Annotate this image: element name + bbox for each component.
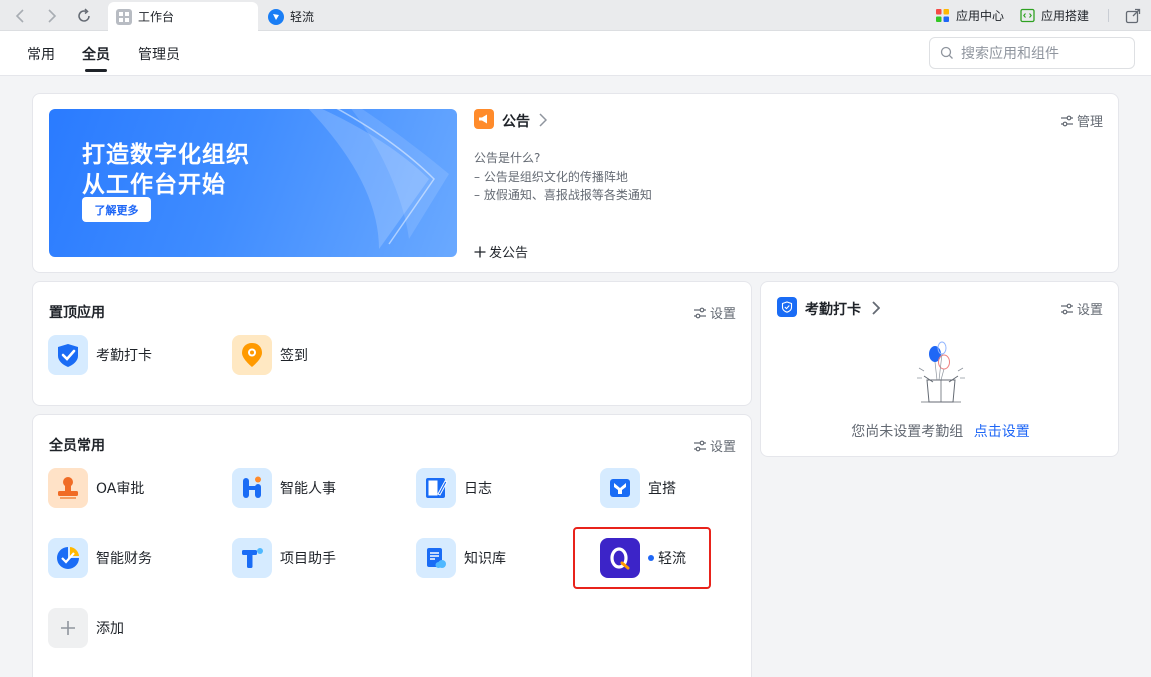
toolbar-divider bbox=[1108, 9, 1109, 22]
notice-title[interactable]: 公告 bbox=[502, 111, 530, 131]
app-label: 智能人事 bbox=[280, 481, 336, 497]
yida-icon bbox=[600, 468, 640, 508]
chevron-right-icon[interactable] bbox=[539, 113, 547, 127]
search-placeholder: 搜索应用和组件 bbox=[961, 46, 1059, 62]
location-pin-icon bbox=[232, 335, 272, 375]
search-icon bbox=[940, 46, 953, 59]
notice-line: – 放假通知、喜报战报等各类通知 bbox=[474, 188, 652, 202]
app-label: OA审批 bbox=[96, 481, 145, 497]
settings-label: 设置 bbox=[710, 307, 737, 322]
stamp-icon bbox=[48, 468, 88, 508]
notice-line: – 公告是组织文化的传播阵地 bbox=[474, 170, 628, 184]
sliders-icon bbox=[1061, 115, 1073, 126]
workbench-subnav: 常用 全员 管理员 搜索应用和组件 bbox=[0, 31, 1151, 76]
app-smart-finance[interactable]: 智能财务 bbox=[48, 538, 218, 578]
settings-label: 设置 bbox=[1077, 303, 1104, 318]
banner-wing-graphic bbox=[308, 109, 449, 249]
app-label: 添加 bbox=[96, 621, 124, 637]
app-checkin[interactable]: 签到 bbox=[232, 335, 402, 375]
refresh-icon[interactable] bbox=[74, 6, 94, 26]
qingflow-highlight-box bbox=[573, 527, 711, 589]
app-journal[interactable]: 日志 bbox=[416, 468, 586, 508]
app-project-assistant[interactable]: 项目助手 bbox=[232, 538, 402, 578]
megaphone-icon bbox=[474, 109, 494, 129]
app-label: 考勤打卡 bbox=[96, 348, 152, 364]
sliders-icon bbox=[694, 307, 706, 318]
sliders-icon bbox=[1061, 303, 1073, 314]
post-notice-label: 发公告 bbox=[489, 246, 529, 261]
plus-icon bbox=[474, 246, 486, 257]
tab-common[interactable]: 常用 bbox=[27, 44, 55, 64]
attendance-check-icon bbox=[48, 335, 88, 375]
settings-label: 设置 bbox=[710, 440, 737, 455]
knowledge-icon bbox=[416, 538, 456, 578]
banner-notice-card: 打造数字化组织 从工作台开始 了解更多 公告 管理 公告是什么? – 公告是组织… bbox=[32, 93, 1119, 273]
code-block-icon bbox=[1020, 8, 1035, 22]
app-oa-approval[interactable]: OA审批 bbox=[48, 468, 218, 508]
open-external-icon[interactable] bbox=[1123, 6, 1143, 26]
app-center-link[interactable]: 应用中心 bbox=[935, 5, 1004, 25]
post-notice-button[interactable]: 发公告 bbox=[474, 242, 528, 261]
app-label: 宜搭 bbox=[648, 481, 676, 497]
attendance-card: 考勤打卡 设置 您尚未设置考勤组 点击设置 bbox=[760, 281, 1119, 457]
attendance-empty-state: 您尚未设置考勤组 点击设置 bbox=[761, 421, 1120, 441]
attendance-shield-icon bbox=[777, 297, 797, 317]
notice-manage-button[interactable]: 管理 bbox=[1060, 111, 1103, 130]
manage-label: 管理 bbox=[1077, 115, 1104, 130]
app-center-icon bbox=[936, 8, 949, 22]
pinned-settings-button[interactable]: 设置 bbox=[693, 303, 736, 322]
plus-icon bbox=[48, 608, 88, 648]
tab-workbench[interactable]: 工作台 bbox=[108, 2, 258, 31]
browser-toolbar: 工作台 轻流 应用中心 应用搭建 bbox=[0, 0, 1151, 31]
qingflow-logo-icon bbox=[268, 8, 284, 25]
banner-title-line2: 从工作台开始 bbox=[82, 172, 226, 198]
notice-line: 公告是什么? bbox=[474, 151, 541, 165]
attendance-title[interactable]: 考勤打卡 bbox=[805, 299, 861, 319]
app-smart-hr[interactable]: 智能人事 bbox=[232, 468, 402, 508]
app-label: 签到 bbox=[280, 348, 308, 364]
common-settings-button[interactable]: 设置 bbox=[693, 436, 736, 455]
search-input[interactable]: 搜索应用和组件 bbox=[929, 37, 1135, 69]
app-attendance[interactable]: 考勤打卡 bbox=[48, 335, 218, 375]
grid-icon bbox=[116, 8, 132, 25]
forward-icon[interactable] bbox=[42, 6, 62, 26]
app-knowledge-base[interactable]: 知识库 bbox=[416, 538, 586, 578]
app-build-link[interactable]: 应用搭建 bbox=[1020, 5, 1089, 25]
pinned-apps-title: 置顶应用 bbox=[49, 305, 105, 321]
back-icon[interactable] bbox=[10, 6, 30, 26]
app-build-label: 应用搭建 bbox=[1041, 8, 1090, 23]
finance-icon bbox=[48, 538, 88, 578]
app-center-label: 应用中心 bbox=[956, 8, 1005, 23]
app-label: 日志 bbox=[464, 481, 492, 497]
learn-more-button[interactable]: 了解更多 bbox=[82, 197, 151, 222]
common-apps-title: 全员常用 bbox=[49, 438, 105, 454]
click-setup-link[interactable]: 点击设置 bbox=[974, 424, 1030, 440]
app-label: 项目助手 bbox=[280, 551, 336, 567]
active-tab-indicator bbox=[85, 69, 107, 72]
app-yida[interactable]: 宜搭 bbox=[600, 468, 770, 508]
hr-icon bbox=[232, 468, 272, 508]
app-label: 知识库 bbox=[464, 551, 506, 567]
app-label: 智能财务 bbox=[96, 551, 152, 567]
tab-admin[interactable]: 管理员 bbox=[138, 44, 180, 64]
chevron-right-icon[interactable] bbox=[872, 301, 880, 315]
tab-all-members[interactable]: 全员 bbox=[82, 44, 110, 64]
banner-title-line1: 打造数字化组织 bbox=[82, 142, 250, 168]
project-icon bbox=[232, 538, 272, 578]
tab-label: 工作台 bbox=[138, 10, 175, 24]
attendance-settings-button[interactable]: 设置 bbox=[1060, 299, 1103, 318]
empty-gift-box-illustration bbox=[917, 341, 965, 403]
empty-state-text: 您尚未设置考勤组 bbox=[851, 424, 964, 440]
sliders-icon bbox=[694, 440, 706, 451]
tab-label: 轻流 bbox=[290, 10, 315, 24]
app-add[interactable]: 添加 bbox=[48, 608, 218, 648]
journal-icon bbox=[416, 468, 456, 508]
promo-banner[interactable]: 打造数字化组织 从工作台开始 了解更多 bbox=[49, 109, 457, 257]
pinned-apps-card: 置顶应用 设置 考勤打卡 签到 bbox=[32, 281, 752, 406]
tab-qingflow[interactable]: 轻流 bbox=[260, 2, 380, 31]
